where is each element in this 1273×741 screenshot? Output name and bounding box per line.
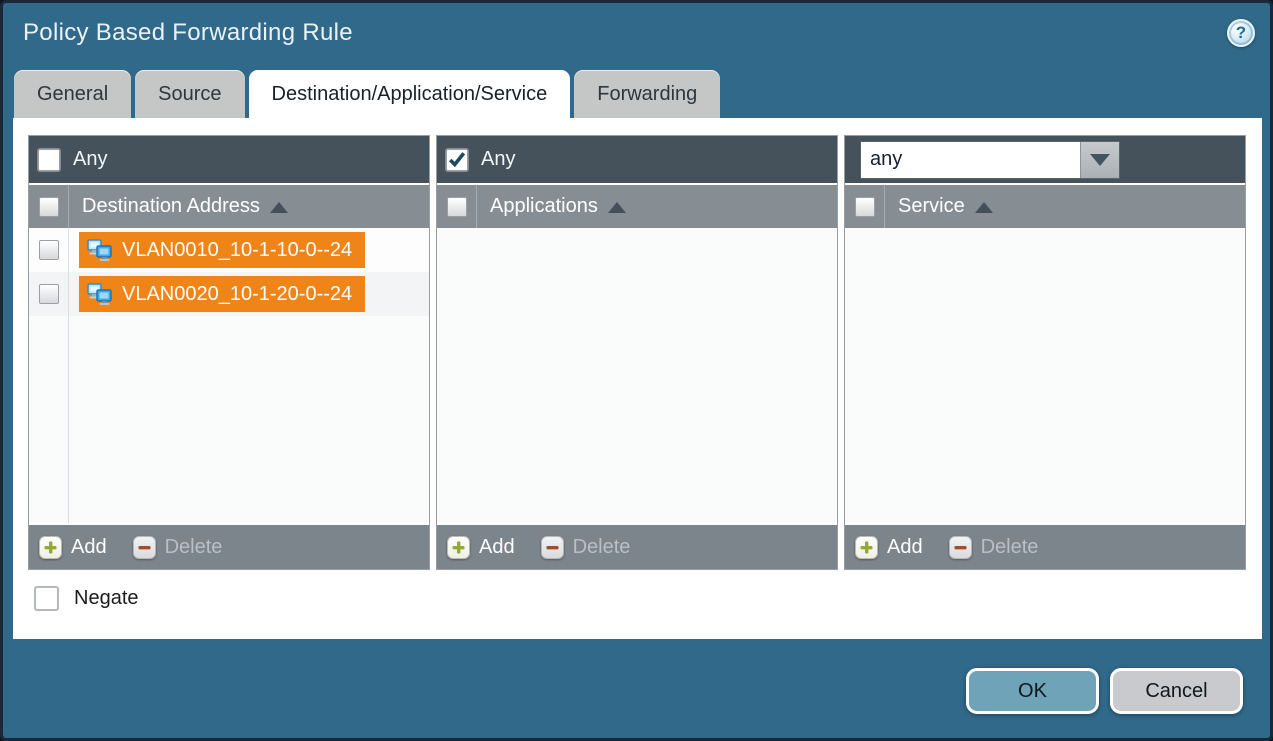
applications-list — [437, 228, 837, 523]
applications-header[interactable]: Applications — [437, 183, 837, 228]
tab-content: Any Destination Address — [13, 118, 1262, 639]
applications-delete-button[interactable]: Delete — [541, 536, 631, 559]
dialog-footer: OK Cancel — [3, 639, 1270, 741]
policy-based-forwarding-dialog: Policy Based Forwarding Rule ? General S… — [0, 0, 1273, 741]
minus-icon — [949, 536, 972, 559]
plus-icon — [447, 536, 470, 559]
service-select-all-checkbox[interactable] — [855, 197, 875, 217]
network-address-icon — [85, 238, 113, 262]
minus-icon — [541, 536, 564, 559]
sort-asc-icon — [975, 202, 993, 213]
applications-header-label: Applications — [490, 195, 598, 218]
tab-bar: General Source Destination/Application/S… — [3, 62, 1270, 118]
address-object-label: VLAN0020_10-1-20-0--24 — [122, 283, 352, 306]
service-dropdown[interactable]: any — [860, 141, 1120, 179]
applications-column: Any Applications Add — [436, 135, 838, 570]
destination-address-header-label: Destination Address — [82, 195, 260, 218]
tab-general[interactable]: General — [14, 70, 131, 118]
applications-any-label: Any — [481, 148, 515, 171]
table-row: VLAN0020_10-1-20-0--24 — [29, 272, 429, 316]
destination-any-label: Any — [73, 148, 107, 171]
destination-select-all-checkbox[interactable] — [39, 197, 59, 217]
chevron-down-icon — [1090, 154, 1110, 166]
destination-address-header[interactable]: Destination Address — [29, 183, 429, 228]
service-dropdown-bar: any — [845, 136, 1245, 183]
service-header[interactable]: Service — [845, 183, 1245, 228]
applications-add-button[interactable]: Add — [447, 536, 515, 559]
tab-source[interactable]: Source — [135, 70, 244, 118]
row-checkbox[interactable] — [39, 240, 59, 260]
cancel-button[interactable]: Cancel — [1110, 668, 1243, 714]
plus-icon — [39, 536, 62, 559]
applications-select-all-checkbox[interactable] — [447, 197, 467, 217]
help-icon[interactable]: ? — [1227, 19, 1255, 47]
table-row: VLAN0010_10-1-10-0--24 — [29, 228, 429, 272]
negate-checkbox[interactable] — [34, 586, 59, 611]
address-object-vlan0020[interactable]: VLAN0020_10-1-20-0--24 — [79, 276, 365, 312]
service-list — [845, 228, 1245, 523]
address-object-label: VLAN0010_10-1-10-0--24 — [122, 239, 352, 262]
applications-toolbar: Add Delete — [437, 523, 837, 569]
applications-any-bar: Any — [437, 136, 837, 183]
destination-delete-button[interactable]: Delete — [133, 536, 223, 559]
minus-icon — [133, 536, 156, 559]
service-header-label: Service — [898, 195, 965, 218]
tab-destination-application-service[interactable]: Destination/Application/Service — [249, 70, 571, 118]
sort-asc-icon — [270, 202, 288, 213]
row-checkbox[interactable] — [39, 284, 59, 304]
service-add-button[interactable]: Add — [855, 536, 923, 559]
negate-row: Negate — [34, 586, 1246, 611]
address-object-vlan0010[interactable]: VLAN0010_10-1-10-0--24 — [79, 232, 365, 268]
destination-any-checkbox[interactable] — [38, 149, 60, 171]
applications-any-checkbox[interactable] — [446, 149, 468, 171]
destination-address-list: VLAN0010_10-1-10-0--24 — [29, 228, 429, 523]
dialog-titlebar: Policy Based Forwarding Rule ? — [3, 3, 1270, 62]
negate-label: Negate — [74, 587, 139, 610]
destination-toolbar: Add Delete — [29, 523, 429, 569]
service-column: any Service — [844, 135, 1246, 570]
ok-button[interactable]: OK — [966, 668, 1099, 714]
service-toolbar: Add Delete — [845, 523, 1245, 569]
service-delete-button[interactable]: Delete — [949, 536, 1039, 559]
plus-icon — [855, 536, 878, 559]
dialog-title: Policy Based Forwarding Rule — [23, 19, 353, 47]
sort-asc-icon — [608, 202, 626, 213]
tab-forwarding[interactable]: Forwarding — [574, 70, 720, 118]
destination-any-bar: Any — [29, 136, 429, 183]
destination-add-button[interactable]: Add — [39, 536, 107, 559]
network-address-icon — [85, 282, 113, 306]
service-dropdown-value: any — [861, 142, 1080, 178]
dropdown-button[interactable] — [1080, 142, 1119, 178]
destination-address-column: Any Destination Address — [28, 135, 430, 570]
three-column-layout: Any Destination Address — [28, 135, 1246, 570]
